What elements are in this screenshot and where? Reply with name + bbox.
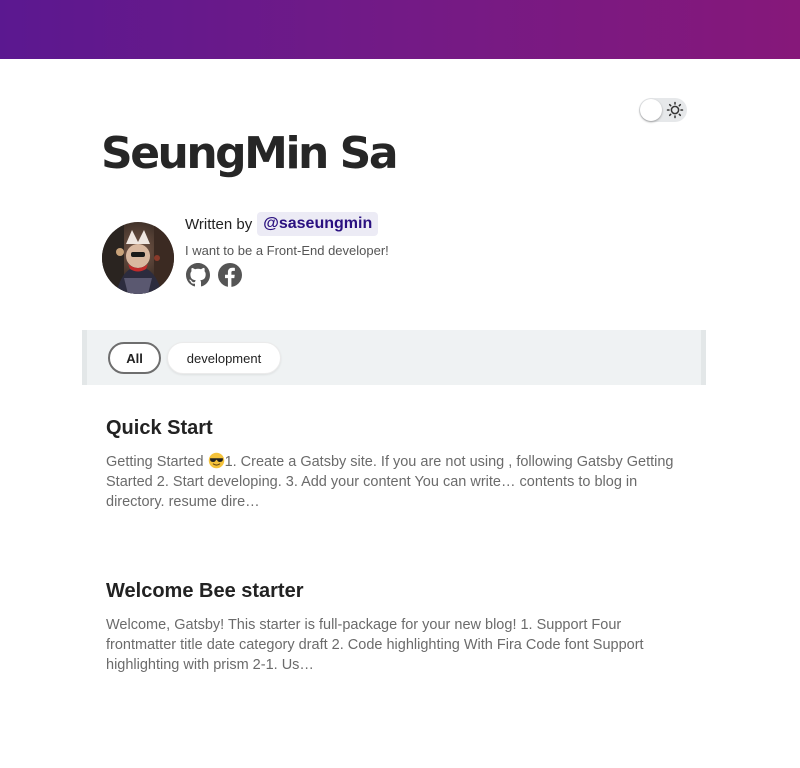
github-icon[interactable] (186, 263, 210, 287)
toggle-knob (640, 99, 662, 121)
author-line: Written by @saseungmin (185, 210, 379, 238)
post-title[interactable]: Welcome Bee starter (106, 578, 686, 604)
sun-icon (666, 101, 684, 119)
post-excerpt: Getting Started 1. Create a Gatsby site.… (106, 452, 686, 512)
site-title[interactable]: SeungMin Sa (101, 124, 399, 184)
category-filter-bar: All development (82, 330, 706, 385)
theme-toggle-switch[interactable] (639, 98, 687, 122)
category-chip-all[interactable]: All (108, 342, 161, 374)
post-title[interactable]: Quick Start (106, 415, 686, 441)
sunglasses-emoji-icon (208, 452, 224, 469)
author-avatar (102, 222, 174, 294)
author-handle-link[interactable]: @saseungmin (257, 212, 379, 236)
post-card-quick-start[interactable]: Quick Start Getting Started 1. Create a … (106, 415, 686, 512)
post-card-welcome-bee-starter[interactable]: Welcome Bee starter Welcome, Gatsby! Thi… (106, 578, 686, 675)
category-chip-development[interactable]: development (167, 342, 281, 374)
author-description: I want to be a Front-End developer! (185, 243, 389, 258)
excerpt-prefix: Getting Started (106, 454, 208, 470)
facebook-icon[interactable] (218, 263, 242, 287)
social-links (186, 263, 242, 287)
written-by-label: Written by (185, 215, 253, 233)
top-header-bar (0, 0, 800, 59)
post-excerpt: Welcome, Gatsby! This starter is full-pa… (106, 617, 644, 673)
